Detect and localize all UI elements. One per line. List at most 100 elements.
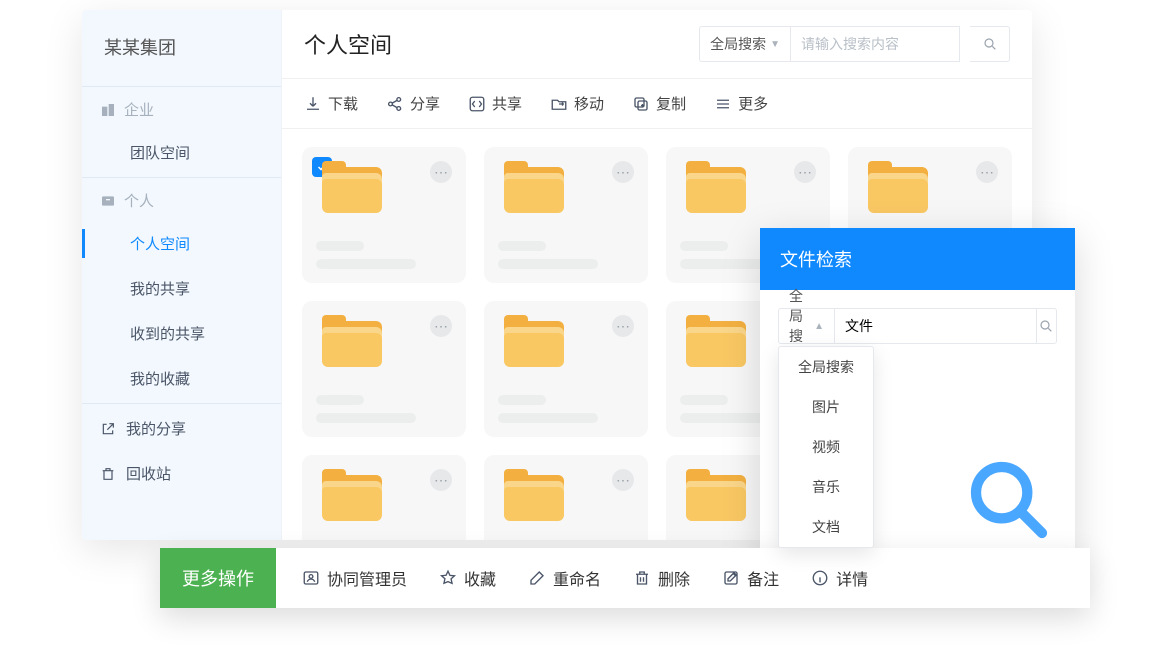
dropdown-option[interactable]: 文档 (779, 507, 873, 547)
op-note[interactable]: 备注 (722, 566, 779, 590)
search-icon (982, 36, 998, 52)
card-title-placeholder (498, 395, 634, 423)
sidebar-item-label: 回收站 (126, 463, 171, 484)
search-scope-label: 全局搜索 (710, 34, 766, 54)
search-illustration-icon (965, 456, 1053, 544)
toolbar-coshare[interactable]: 共享 (468, 93, 522, 114)
more-operations-list: 协同管理员 收藏 重命名 删除 备注 详情 (276, 566, 894, 590)
op-label: 详情 (836, 566, 868, 590)
file-card[interactable]: ⋯ (302, 147, 466, 283)
popup-scope-dropdown[interactable]: 全局搜索 ▲ (778, 308, 834, 344)
sidebar-section-label: 企业 (124, 99, 154, 120)
sidebar-section-personal[interactable]: 个人 (82, 180, 281, 221)
dropdown-option[interactable]: 全局搜索 (779, 347, 873, 387)
header-search: 全局搜索 ▼ (699, 26, 1010, 62)
op-label: 重命名 (553, 566, 601, 590)
sidebar-item-label: 我的分享 (126, 418, 186, 439)
toolbar-copy[interactable]: 复制 (632, 93, 686, 114)
sidebar-item-my-favorites[interactable]: 我的收藏 (82, 356, 281, 401)
external-share-icon (100, 421, 116, 437)
dropdown-option[interactable]: 视频 (779, 427, 873, 467)
op-label: 协同管理员 (327, 566, 407, 590)
toolbar-label: 分享 (410, 93, 440, 114)
toolbar-label: 下载 (328, 93, 358, 114)
personal-icon (100, 193, 116, 209)
toolbar-label: 共享 (492, 93, 522, 114)
file-card[interactable]: ⋯ (302, 455, 466, 540)
search-scope-dropdown[interactable]: 全局搜索 ▼ (699, 26, 790, 62)
op-label: 备注 (747, 566, 779, 590)
op-delete[interactable]: 删除 (633, 566, 690, 590)
sidebar: 某某集团 企业 团队空间 个人 个人空间 我的共享 收到的共享 我的收藏 我的分… (82, 10, 282, 540)
sidebar-item-team-space[interactable]: 团队空间 (82, 130, 281, 175)
chevron-down-icon: ▼ (770, 39, 780, 50)
folder-icon (322, 321, 386, 373)
op-label: 收藏 (464, 566, 496, 590)
note-icon (722, 569, 740, 587)
dropdown-option[interactable]: 音乐 (779, 467, 873, 507)
toolbar-share[interactable]: 分享 (386, 93, 440, 114)
toolbar-label: 复制 (656, 93, 686, 114)
info-icon (811, 569, 829, 587)
folder-icon (504, 167, 568, 219)
popup-search-row: 全局搜索 ▲ (778, 308, 1057, 344)
share-icon (386, 95, 404, 113)
search-popup-title: 文件检索 (760, 228, 1075, 290)
divider (82, 177, 281, 178)
op-coadmin[interactable]: 协同管理员 (302, 566, 407, 590)
coshare-icon (468, 95, 486, 113)
toolbar: 下载 分享 共享 移动 复制 更多 (282, 79, 1032, 129)
main-header: 个人空间 全局搜索 ▼ (282, 10, 1032, 79)
card-more-button[interactable]: ⋯ (430, 161, 452, 183)
card-more-button[interactable]: ⋯ (430, 469, 452, 491)
dropdown-option[interactable]: 图片 (779, 387, 873, 427)
divider (82, 86, 281, 87)
download-icon (304, 95, 322, 113)
sidebar-item-my-share[interactable]: 我的共享 (82, 266, 281, 311)
file-card[interactable]: ⋯ (484, 147, 648, 283)
file-card[interactable]: ⋯ (484, 301, 648, 437)
brand-name: 某某集团 (82, 10, 281, 84)
card-more-button[interactable]: ⋯ (612, 469, 634, 491)
card-more-button[interactable]: ⋯ (794, 161, 816, 183)
sidebar-section-enterprise[interactable]: 企业 (82, 89, 281, 130)
popup-scope-options: 全局搜索 图片 视频 音乐 文档 (778, 346, 874, 548)
toolbar-more[interactable]: 更多 (714, 93, 768, 114)
card-title-placeholder (316, 395, 452, 423)
coadmin-icon (302, 569, 320, 587)
search-popup-body: 全局搜索 ▲ 全局搜索 图片 视频 音乐 文档 (760, 290, 1075, 562)
card-more-button[interactable]: ⋯ (612, 161, 634, 183)
folder-icon (322, 475, 386, 527)
search-input[interactable] (790, 26, 960, 62)
popup-search-input[interactable] (834, 308, 1036, 344)
folder-icon (504, 475, 568, 527)
toolbar-download[interactable]: 下载 (304, 93, 358, 114)
trash-icon (100, 466, 116, 482)
divider (82, 403, 281, 404)
toolbar-move[interactable]: 移动 (550, 93, 604, 114)
sidebar-item-personal-space[interactable]: 个人空间 (82, 221, 281, 266)
star-icon (439, 569, 457, 587)
search-button[interactable] (970, 26, 1010, 62)
edit-icon (528, 569, 546, 587)
folder-icon (322, 167, 386, 219)
card-more-button[interactable]: ⋯ (612, 315, 634, 337)
file-card[interactable]: ⋯ (484, 455, 648, 540)
op-rename[interactable]: 重命名 (528, 566, 601, 590)
card-more-button[interactable]: ⋯ (430, 315, 452, 337)
card-title-placeholder (498, 241, 634, 269)
popup-search-button[interactable] (1036, 308, 1057, 344)
sidebar-item-my-public-share[interactable]: 我的分享 (82, 406, 281, 451)
sidebar-item-received-share[interactable]: 收到的共享 (82, 311, 281, 356)
sidebar-item-recycle-bin[interactable]: 回收站 (82, 451, 281, 496)
folder-icon (686, 167, 750, 219)
search-icon (1038, 318, 1054, 334)
more-operations-label: 更多操作 (160, 548, 276, 608)
file-card[interactable]: ⋯ (302, 301, 466, 437)
more-icon (714, 95, 732, 113)
card-title-placeholder (316, 241, 452, 269)
trash-icon (633, 569, 651, 587)
op-favorite[interactable]: 收藏 (439, 566, 496, 590)
op-detail[interactable]: 详情 (811, 566, 868, 590)
card-more-button[interactable]: ⋯ (976, 161, 998, 183)
